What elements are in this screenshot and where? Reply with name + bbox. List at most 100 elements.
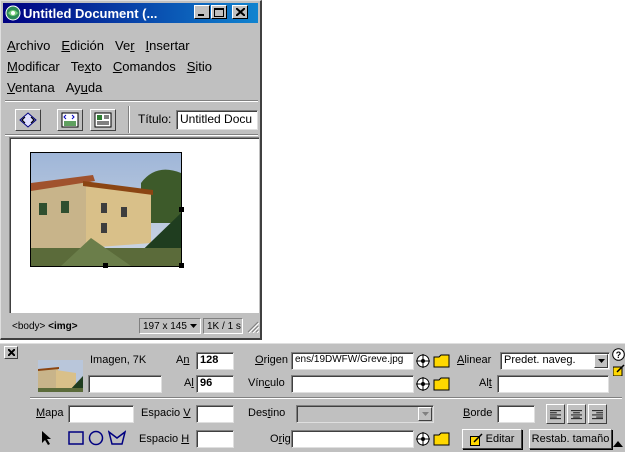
menu-ventana[interactable]: Ventana xyxy=(7,80,55,95)
title-label: Título: xyxy=(138,112,172,126)
download-time: 1K / 1 s xyxy=(203,318,243,334)
alt-label: Alt xyxy=(479,377,492,389)
menu-ver[interactable]: Ver xyxy=(115,38,135,53)
edit-icon[interactable] xyxy=(613,364,625,376)
close-button[interactable] xyxy=(232,5,248,19)
folder-icon[interactable] xyxy=(433,431,451,447)
align-select[interactable]: Predet. naveg. xyxy=(500,352,610,370)
page-title-input[interactable]: Untitled Docu xyxy=(176,110,258,130)
hspace-input[interactable] xyxy=(196,430,234,448)
design-view-button[interactable] xyxy=(90,109,116,131)
align-label: Alinear xyxy=(457,354,492,366)
vspace-label: Espacio V xyxy=(141,407,191,419)
maximize-icon xyxy=(214,7,224,17)
link-input[interactable] xyxy=(291,375,414,393)
document-window: Untitled Document (... Archivo Edición V… xyxy=(0,0,262,340)
help-icon[interactable]: ? xyxy=(612,348,625,361)
resize-handle-right[interactable] xyxy=(179,207,184,212)
code-view-icon xyxy=(19,112,37,128)
svg-text:?: ? xyxy=(616,350,622,360)
menu-comandos[interactable]: Comandos xyxy=(113,59,176,74)
align-left-button[interactable] xyxy=(546,404,565,424)
toolbar-separator xyxy=(128,106,130,133)
menu-modificar[interactable]: Modificar xyxy=(7,59,60,74)
close-inspector-button[interactable] xyxy=(4,346,18,359)
chevron-down-icon xyxy=(189,323,197,328)
menu-archivo[interactable]: Archivo xyxy=(7,38,50,53)
polygon-hotspot-icon[interactable] xyxy=(108,430,126,446)
target-dropdown-button[interactable] xyxy=(418,407,432,421)
toolbar-separator-bottom xyxy=(5,134,258,136)
split-view-button[interactable] xyxy=(57,109,83,131)
lowsrc-label: Orig xyxy=(270,433,291,445)
photo-preview xyxy=(31,153,181,266)
edit-icon xyxy=(469,432,483,446)
folder-icon[interactable] xyxy=(433,353,451,369)
menu-sitio[interactable]: Sitio xyxy=(187,59,212,74)
hspace-label: Espacio H xyxy=(139,433,190,445)
window-title: Untitled Document (... xyxy=(23,5,158,21)
menu-bar-row-3: Ventana Ayuda xyxy=(7,77,113,97)
width-input[interactable]: 128 xyxy=(196,352,234,370)
status-bar: <body> <img> 197 x 145 1K / 1 s xyxy=(9,317,261,335)
element-type-label: Imagen, 7K xyxy=(90,354,147,366)
align-center-icon xyxy=(571,409,582,419)
maximize-button[interactable] xyxy=(211,5,227,19)
inspector-separator xyxy=(30,397,622,399)
image-name-input[interactable] xyxy=(88,375,162,393)
pointer-tool-icon[interactable] xyxy=(40,430,54,446)
folder-icon[interactable] xyxy=(433,376,451,392)
resize-handle-bottom[interactable] xyxy=(103,263,108,268)
point-to-file-icon[interactable] xyxy=(415,353,433,369)
menu-edicion[interactable]: Edición xyxy=(61,38,104,53)
rect-hotspot-icon[interactable] xyxy=(68,431,84,445)
align-center-button[interactable] xyxy=(567,404,586,424)
image-thumbnail xyxy=(38,360,83,392)
menu-bar-row-1: Archivo Edición Ver Insertar xyxy=(7,35,201,55)
tag-body[interactable]: <body> xyxy=(12,321,45,332)
menu-separator xyxy=(5,100,258,102)
reset-size-button[interactable]: Restab. tamaño xyxy=(529,429,612,449)
menu-texto[interactable]: Texto xyxy=(71,59,102,74)
selected-image[interactable] xyxy=(30,152,184,268)
align-dropdown-button[interactable] xyxy=(594,354,608,368)
src-input[interactable]: ens/19DWFW/Greve.jpg xyxy=(291,352,414,370)
vspace-input[interactable] xyxy=(196,405,234,423)
edit-button[interactable]: Editar xyxy=(462,429,522,449)
app-icon xyxy=(5,5,21,21)
chevron-down-icon xyxy=(597,359,605,363)
height-input[interactable]: 96 xyxy=(196,375,234,393)
close-icon xyxy=(235,8,245,16)
map-name-input[interactable] xyxy=(68,405,134,423)
minimize-button[interactable] xyxy=(194,5,210,19)
resize-grip-icon[interactable] xyxy=(247,321,259,333)
alt-input[interactable] xyxy=(497,375,609,393)
design-view-icon xyxy=(94,112,112,128)
map-label: Mapa xyxy=(36,407,64,419)
window-size-popup[interactable]: 197 x 145 xyxy=(139,318,201,334)
align-right-button[interactable] xyxy=(588,404,607,424)
menu-ayuda[interactable]: Ayuda xyxy=(66,80,103,95)
point-to-file-icon[interactable] xyxy=(415,431,433,447)
lowsrc-input[interactable] xyxy=(291,430,414,448)
menu-insertar[interactable]: Insertar xyxy=(146,38,190,53)
document-canvas[interactable] xyxy=(9,137,259,313)
code-view-button[interactable] xyxy=(15,109,41,131)
collapse-icon[interactable] xyxy=(613,440,623,447)
border-label: Borde xyxy=(463,407,493,419)
border-input[interactable] xyxy=(497,405,535,423)
tag-selector: <body> <img> xyxy=(9,318,137,334)
point-to-file-icon[interactable] xyxy=(415,376,433,392)
tag-img[interactable]: <img> xyxy=(48,321,77,332)
align-right-icon xyxy=(592,409,603,419)
property-inspector: Imagen, 7K An 128 Al 96 Origen ens/19DWF… xyxy=(0,343,625,452)
title-bar[interactable]: Untitled Document (... xyxy=(3,3,258,23)
split-view-icon xyxy=(61,112,79,128)
align-left-icon xyxy=(550,409,561,419)
target-select[interactable] xyxy=(296,405,434,423)
target-label: Destino xyxy=(248,407,286,419)
menu-bar-row-2: Modificar Texto Comandos Sitio xyxy=(7,56,223,76)
chevron-down-icon xyxy=(421,412,429,416)
circle-hotspot-icon[interactable] xyxy=(88,430,104,446)
resize-handle-corner[interactable] xyxy=(179,263,184,268)
